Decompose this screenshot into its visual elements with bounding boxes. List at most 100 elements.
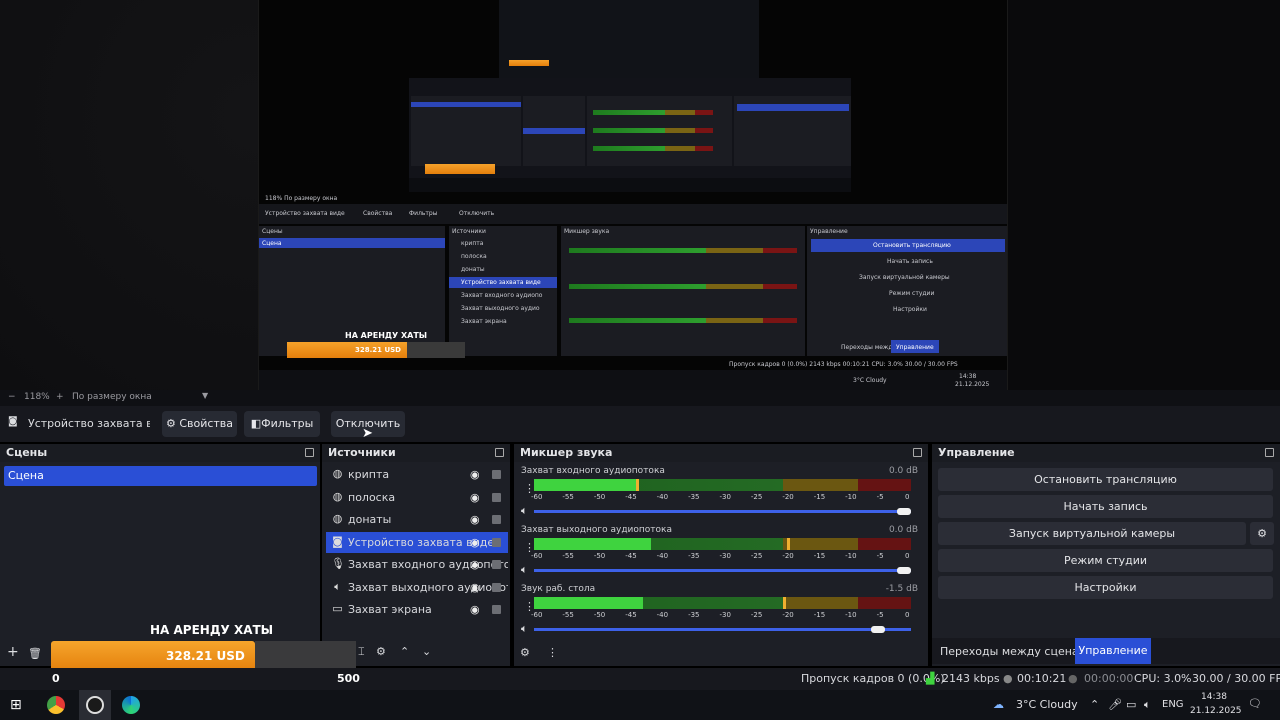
source-item[interactable]: 🔈︎ Захват выходного аудиопотока [326,577,508,598]
source-item[interactable]: ◍ крипта [326,464,508,485]
lock-icon[interactable] [492,605,501,614]
source-item[interactable]: ◍ донаты [326,509,508,530]
weather-text[interactable]: 3°C Cloudy [1016,698,1078,711]
tick-label: -60 [531,611,543,619]
chrome-icon[interactable] [47,696,65,714]
move-down-icon[interactable]: ⌄ [422,645,431,658]
lock-icon[interactable] [492,515,501,524]
notification-icon[interactable]: 🗨︎ [1248,697,1262,710]
lock-icon[interactable] [492,560,501,569]
volume-slider-handle[interactable] [897,508,911,515]
language-indicator[interactable]: ENG [1162,699,1184,710]
tray-chevron-icon[interactable]: ⌃ [1090,698,1099,711]
mixer-menu-icon[interactable]: ⋮ [547,646,558,659]
eye-icon[interactable]: ◉ [470,603,480,616]
fit-select[interactable]: По размеру окна [72,392,152,402]
undock-icon[interactable] [1265,448,1274,457]
record-icon: ● [1068,672,1078,685]
speaker-icon[interactable]: 🔈︎ [1144,698,1151,712]
nested-src-1: полоска [461,253,487,260]
volume-meter [534,479,911,491]
eye-icon[interactable]: ◉ [470,581,480,594]
speaker-icon[interactable]: 🔈︎ [521,622,528,636]
nested-weather: 3°C Cloudy [853,377,887,384]
nested-controls-title: Управление [810,228,848,235]
progress-min: 0 [52,672,60,685]
tick-label: -45 [625,552,637,560]
nested-mixer-title: Микшер звука [564,228,610,235]
volume-slider-handle[interactable] [870,626,885,633]
obs-icon[interactable] [86,696,104,714]
lock-icon[interactable] [492,582,501,592]
microphone-icon[interactable]: 🎤︎ [1108,698,1122,711]
volume-slider[interactable] [534,508,911,515]
start-record-button[interactable]: Начать запись [938,495,1273,518]
channel-db: 0.0 dB [888,466,918,476]
channel-db: 0.0 dB [888,525,918,535]
lock-icon[interactable] [492,537,501,547]
gear-icon: ⚙ [1257,527,1267,540]
dropped-frames: Пропуск кадров 0 (0.0%) [801,672,945,685]
source-properties-icon[interactable]: ⌶ [358,645,365,659]
source-item[interactable]: ◙ Устройство захвата видео [326,531,508,553]
edge-icon[interactable] [122,696,140,714]
taskbar: ⊞ ☁ 3°C Cloudy ⌃ 🎤︎ ▭ 🔈︎ ENG 14:38 21.12… [0,690,1280,720]
undock-icon[interactable] [913,448,922,457]
eye-icon[interactable]: ◉ [470,468,480,481]
settings-button[interactable]: Настройки [938,576,1273,599]
sources-dock: Источники ◍ крипта ◍ полоска ◍ донаты ◙ Устройс… [322,444,510,666]
trash-icon[interactable]: 🗑 [28,647,42,660]
mixer-toolbar: ⚙ ⋮ [514,642,928,666]
undock-icon[interactable] [305,448,314,457]
zoom-in-button[interactable]: + [56,392,64,402]
filters-button[interactable]: ◧Фильтры [244,411,320,437]
eye-icon[interactable]: ◉ [470,513,480,526]
studio-mode-button[interactable]: Режим студии [938,549,1273,572]
tick-label: -10 [845,493,857,501]
add-scene-button[interactable]: + [7,644,19,660]
volume-slider[interactable] [534,626,911,633]
source-item[interactable]: ◍ полоска [326,487,508,508]
virtual-camera-button[interactable]: Запуск виртуальной камеры [938,522,1246,545]
progress-max: 500 [337,672,360,685]
gear-icon[interactable]: ⚙ [376,645,386,658]
lock-icon[interactable] [492,492,501,502]
clock-time[interactable]: 14:38 [1201,692,1227,702]
clock-date[interactable]: 21.12.2025 [1190,706,1242,716]
nested-widget-title: НА АРЕНДУ ХАТЫ [345,331,428,340]
tick-label: -10 [845,611,857,619]
source-item[interactable]: 🎙︎ Захват входного аудиопотока [326,554,508,575]
chevron-down-icon[interactable]: ▼ [202,391,208,400]
eye-icon[interactable]: ◉ [470,558,480,571]
properties-button[interactable]: ⚙ Свойства [162,411,237,437]
mixer-settings-icon[interactable]: ⚙ [520,646,530,659]
volume-slider[interactable] [534,567,911,574]
channel-name: Захват выходного аудиопотока [521,525,672,535]
nested-preview-capture: 118% По размеру окна Устройство захвата … [258,0,1008,390]
source-item[interactable]: ▭ Захват экрана [326,599,508,620]
speaker-icon[interactable]: 🔈︎ [521,563,528,577]
meter-peak [635,479,639,491]
nested-sources-title: Источники [452,228,486,235]
speaker-icon[interactable]: 🔈︎ [521,504,528,518]
stop-stream-button[interactable]: Остановить трансляцию [938,468,1273,491]
nested-mixer-dock [561,226,805,356]
scene-item[interactable]: Сцена [4,466,317,486]
nested-record-label: Начать запись [887,258,933,265]
battery-icon[interactable]: ▭ [1126,698,1136,711]
volume-slider-handle[interactable] [897,567,911,574]
tab-transitions[interactable]: Переходы между сценами [940,645,1094,658]
nested-mid-stop [737,104,849,111]
lock-icon[interactable] [492,470,501,479]
stream-preview[interactable]: 118% По размеру окна Устройство захвата … [0,0,1280,390]
move-up-icon[interactable]: ⌃ [400,645,409,658]
tab-controls[interactable]: Управление [1075,638,1151,664]
windows-start-icon[interactable]: ⊞ [10,697,22,713]
tick-label: -30 [719,611,731,619]
tick-label: -40 [656,552,669,560]
virtual-camera-settings-button[interactable]: ⚙ [1250,522,1274,545]
eye-icon[interactable]: ◉ [470,491,480,504]
zoom-out-button[interactable]: − [8,392,16,402]
undock-icon[interactable] [495,448,504,457]
eye-icon[interactable]: ◉ [470,536,480,549]
